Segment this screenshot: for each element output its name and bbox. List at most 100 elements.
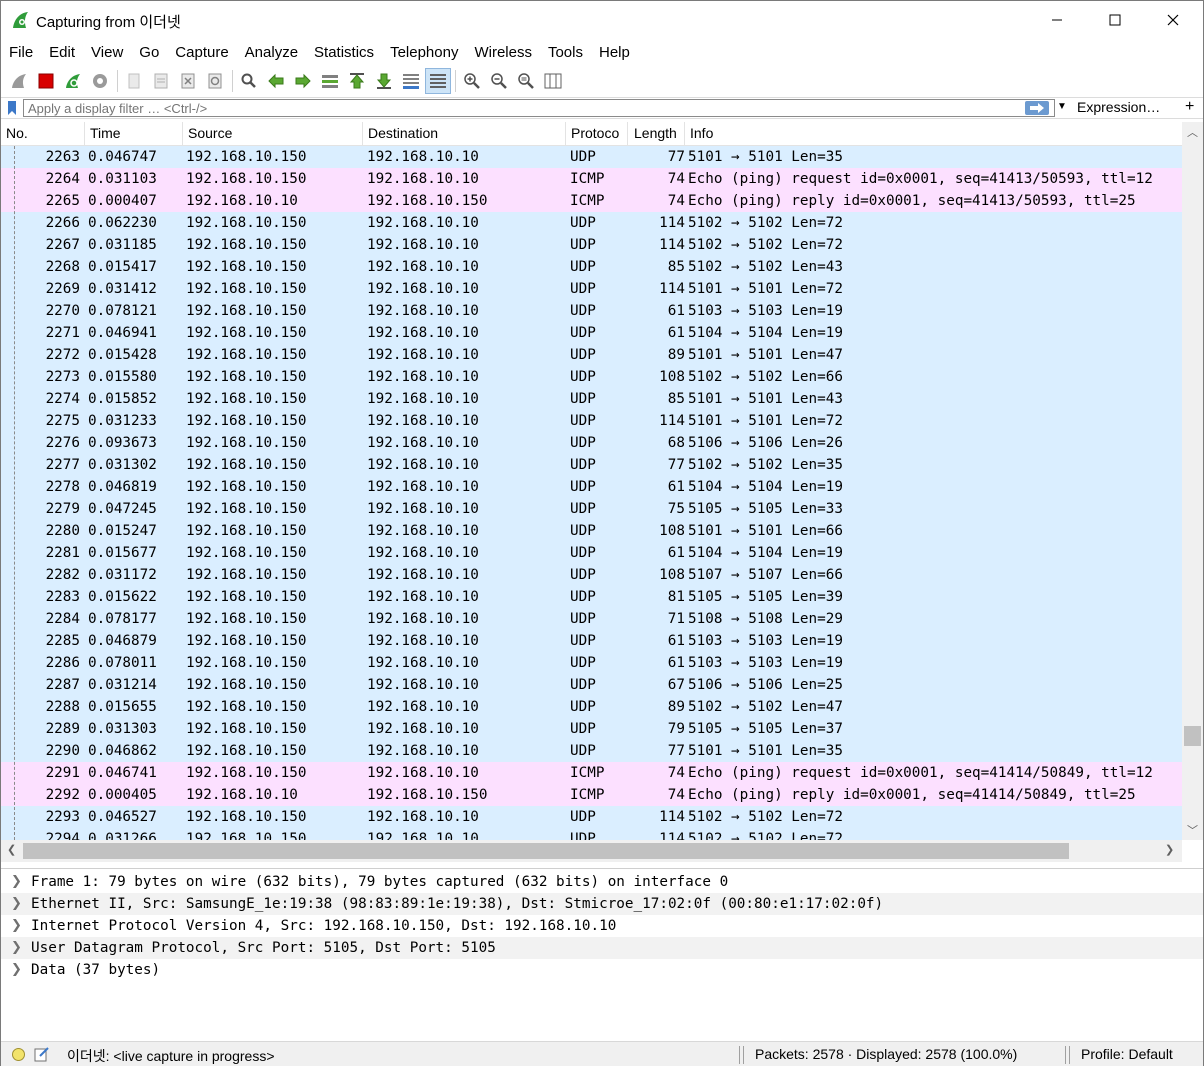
packet-row[interactable]: 2291 0.046741 192.168.10.150 192.168.10.10 I… (1, 762, 1182, 784)
packet-row[interactable]: 2282 0.031172 192.168.10.150 192.168.10.10 U… (1, 564, 1182, 586)
resize-columns-button[interactable] (540, 68, 566, 94)
packet-row[interactable]: 2270 0.078121 192.168.10.150 192.168.10.10 U… (1, 300, 1182, 322)
detail-row-ipv4[interactable]: ❯ Internet Protocol Version 4, Src: 192.… (1, 915, 1203, 937)
scroll-left-icon[interactable]: ❮ (7, 843, 16, 856)
close-file-button[interactable] (175, 68, 201, 94)
expression-button[interactable]: Expression… (1077, 99, 1160, 115)
packet-row[interactable]: 2273 0.015580 192.168.10.150 192.168.10.10 U… (1, 366, 1182, 388)
packet-row[interactable]: 2286 0.078011 192.168.10.150 192.168.10.10 U… (1, 652, 1182, 674)
scroll-right-icon[interactable]: ❯ (1165, 843, 1174, 856)
zoom-out-button[interactable] (486, 68, 512, 94)
detail-row-udp[interactable]: ❯ User Datagram Protocol, Src Port: 5105… (1, 937, 1203, 959)
find-packet-button[interactable] (236, 68, 262, 94)
save-file-button[interactable] (148, 68, 174, 94)
packet-row[interactable]: 2267 0.031185 192.168.10.150 192.168.10.10 U… (1, 234, 1182, 256)
open-file-button[interactable] (121, 68, 147, 94)
restart-capture-button[interactable] (60, 68, 86, 94)
menu-view[interactable]: View (83, 41, 131, 65)
expand-arrow-icon[interactable]: ❯ (11, 915, 22, 937)
packet-row[interactable]: 2263 0.046747 192.168.10.150 192.168.10.10 U… (1, 146, 1182, 168)
packet-row[interactable]: 2284 0.078177 192.168.10.150 192.168.10.10 U… (1, 608, 1182, 630)
maximize-button[interactable] (1086, 1, 1144, 39)
column-info[interactable]: Info (685, 122, 1182, 145)
go-last-button[interactable] (371, 68, 397, 94)
packet-row[interactable]: 2264 0.031103 192.168.10.150 192.168.10.10 I… (1, 168, 1182, 190)
menu-capture[interactable]: Capture (167, 41, 236, 65)
packet-row[interactable]: 2279 0.047245 192.168.10.150 192.168.10.10 U… (1, 498, 1182, 520)
apply-filter-button[interactable] (1025, 101, 1049, 115)
packet-row[interactable]: 2280 0.015247 192.168.10.150 192.168.10.10 U… (1, 520, 1182, 542)
packet-row[interactable]: 2287 0.031214 192.168.10.150 192.168.10.10 U… (1, 674, 1182, 696)
start-capture-button[interactable] (6, 68, 32, 94)
menu-statistics[interactable]: Statistics (306, 41, 382, 65)
profile-selector[interactable]: Profile: Default (1081, 1046, 1173, 1062)
capture-comment-icon[interactable] (34, 1046, 50, 1062)
packet-row[interactable]: 2268 0.015417 192.168.10.150 192.168.10.10 U… (1, 256, 1182, 278)
menu-wireless[interactable]: Wireless (466, 41, 540, 65)
packet-row[interactable]: 2281 0.015677 192.168.10.150 192.168.10.10 U… (1, 542, 1182, 564)
expand-arrow-icon[interactable]: ❯ (11, 959, 22, 981)
column-protocol[interactable]: Protoco (566, 122, 628, 145)
normal-size-button[interactable] (513, 68, 539, 94)
packet-row[interactable]: 2283 0.015622 192.168.10.150 192.168.10.10 U… (1, 586, 1182, 608)
packet-row[interactable]: 2275 0.031233 192.168.10.150 192.168.10.10 U… (1, 410, 1182, 432)
packet-row[interactable]: 2294 0.031266 192.168.10.150 192.168.10.10 U… (1, 828, 1182, 840)
go-first-button[interactable] (344, 68, 370, 94)
packet-row[interactable]: 2289 0.031303 192.168.10.150 192.168.10.10 U… (1, 718, 1182, 740)
close-button[interactable] (1144, 1, 1202, 39)
minimize-button[interactable] (1028, 1, 1086, 39)
filter-history-dropdown[interactable]: ▼ (1057, 101, 1067, 112)
scroll-up-icon[interactable]: ︿ (1187, 124, 1198, 140)
packet-row[interactable]: 2277 0.031302 192.168.10.150 192.168.10.10 U… (1, 454, 1182, 476)
column-destination[interactable]: Destination (363, 122, 566, 145)
menu-help[interactable]: Help (591, 41, 638, 65)
column-no[interactable]: No. (1, 122, 85, 145)
packet-row[interactable]: 2292 0.000405 192.168.10.10 192.168.10.150 I… (1, 784, 1182, 806)
menu-telephony[interactable]: Telephony (382, 41, 466, 65)
packet-row[interactable]: 2285 0.046879 192.168.10.150 192.168.10.10 U… (1, 630, 1182, 652)
packet-row[interactable]: 2271 0.046941 192.168.10.150 192.168.10.10 U… (1, 322, 1182, 344)
display-filter-input[interactable] (23, 99, 1055, 117)
scroll-down-icon[interactable]: ﹀ (1187, 822, 1198, 838)
stop-capture-button[interactable] (33, 68, 59, 94)
packet-row[interactable]: 2290 0.046862 192.168.10.150 192.168.10.10 U… (1, 740, 1182, 762)
go-back-button[interactable] (263, 68, 289, 94)
packet-row[interactable]: 2276 0.093673 192.168.10.150 192.168.10.10 U… (1, 432, 1182, 454)
reload-button[interactable] (202, 68, 228, 94)
column-length[interactable]: Length (629, 122, 685, 145)
expand-arrow-icon[interactable]: ❯ (11, 871, 22, 893)
vertical-scroll-thumb[interactable] (1184, 726, 1201, 746)
column-source[interactable]: Source (183, 122, 363, 145)
menu-edit[interactable]: Edit (41, 41, 83, 65)
detail-row-frame[interactable]: ❯ Frame 1: 79 bytes on wire (632 bits), … (1, 871, 1203, 893)
horizontal-scroll-thumb[interactable] (23, 843, 1069, 859)
add-filter-button[interactable]: + (1185, 98, 1194, 116)
column-time[interactable]: Time (85, 122, 183, 145)
packet-list[interactable]: 2263 0.046747 192.168.10.150 192.168.10.10 U… (1, 146, 1182, 840)
packet-row[interactable]: 2269 0.031412 192.168.10.150 192.168.10.10 U… (1, 278, 1182, 300)
bookmark-icon[interactable] (5, 100, 19, 116)
menu-file[interactable]: File (1, 41, 41, 65)
menu-analyze[interactable]: Analyze (237, 41, 306, 65)
packet-row[interactable]: 2265 0.000407 192.168.10.10 192.168.10.150 I… (1, 190, 1182, 212)
packet-row[interactable]: 2278 0.046819 192.168.10.150 192.168.10.10 U… (1, 476, 1182, 498)
packet-list-vertical-scrollbar[interactable]: ︿ ﹀ (1182, 122, 1203, 840)
packet-row[interactable]: 2274 0.015852 192.168.10.150 192.168.10.10 U… (1, 388, 1182, 410)
packet-row[interactable]: 2293 0.046527 192.168.10.150 192.168.10.10 U… (1, 806, 1182, 828)
expert-info-icon[interactable] (12, 1048, 25, 1061)
go-to-packet-button[interactable] (317, 68, 343, 94)
packet-row[interactable]: 2272 0.015428 192.168.10.150 192.168.10.10 U… (1, 344, 1182, 366)
menu-go[interactable]: Go (131, 41, 167, 65)
detail-row-data[interactable]: ❯ Data (37 bytes) (1, 959, 1203, 981)
detail-row-ethernet[interactable]: ❯ Ethernet II, Src: SamsungE_1e:19:38 (9… (1, 893, 1203, 915)
packet-row[interactable]: 2266 0.062230 192.168.10.150 192.168.10.10 U… (1, 212, 1182, 234)
expand-arrow-icon[interactable]: ❯ (11, 937, 22, 959)
zoom-in-button[interactable] (459, 68, 485, 94)
auto-scroll-button[interactable] (398, 68, 424, 94)
packet-row[interactable]: 2288 0.015655 192.168.10.150 192.168.10.10 U… (1, 696, 1182, 718)
expand-arrow-icon[interactable]: ❯ (11, 893, 22, 915)
go-forward-button[interactable] (290, 68, 316, 94)
packet-list-horizontal-scrollbar[interactable]: ❮ ❯ (1, 840, 1182, 862)
menu-tools[interactable]: Tools (540, 41, 591, 65)
capture-options-button[interactable] (87, 68, 113, 94)
